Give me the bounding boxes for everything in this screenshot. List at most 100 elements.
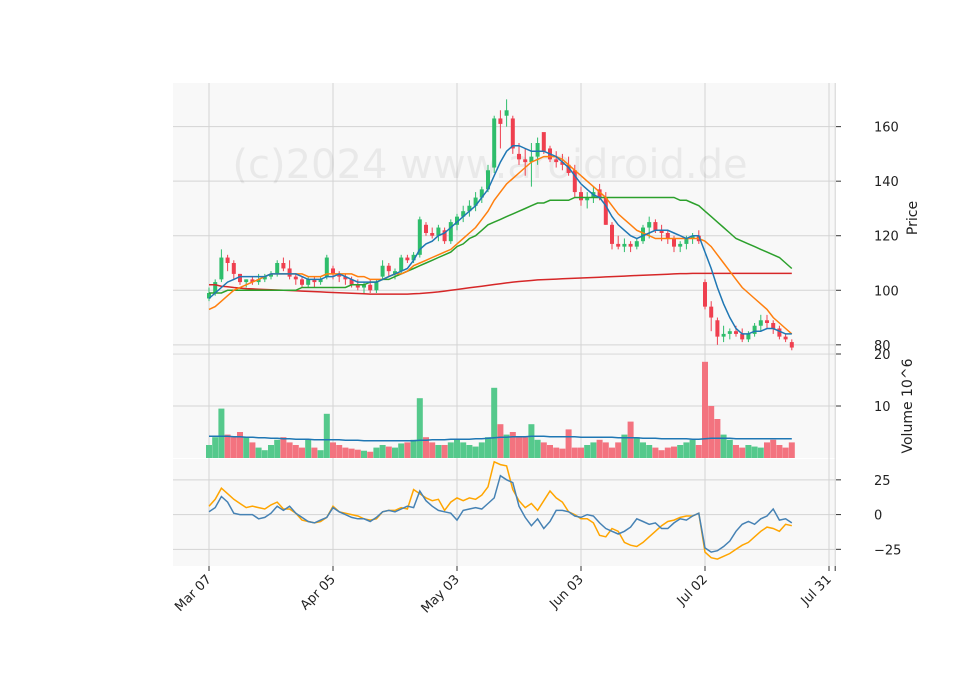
candle-body <box>386 265 391 272</box>
candle-body <box>300 279 304 285</box>
oscillator-tick-label: −25 <box>874 543 901 558</box>
candle-body <box>517 153 521 160</box>
candle-body <box>734 331 738 334</box>
volume-bar <box>503 434 510 458</box>
oscillator-tick-label: 25 <box>874 474 891 489</box>
volume-bar <box>323 413 330 458</box>
volume-bar <box>385 446 392 458</box>
volume-bar <box>565 429 572 458</box>
volume-tick-label: 20 <box>874 348 891 363</box>
x-tick-label: Jul 31 <box>798 572 835 609</box>
volume-bar <box>373 447 380 458</box>
volume-bar <box>627 421 634 458</box>
volume-bar <box>782 447 789 458</box>
volume-bar <box>410 439 417 458</box>
volume-tick-label: 10 <box>874 400 891 415</box>
candle-body <box>380 265 385 277</box>
volume-bar <box>751 446 758 458</box>
candle-body <box>665 233 670 239</box>
volume-bar <box>286 442 293 458</box>
x-tick-label: Jun 03 <box>547 572 587 612</box>
volume-bar <box>392 447 398 458</box>
candle-body <box>765 320 769 323</box>
volume-bar <box>788 442 795 458</box>
candle-body <box>287 268 292 277</box>
candle-body <box>721 333 726 337</box>
candle-body <box>535 143 540 157</box>
chart-svg: (c)2024 www.aroidroid.de Mar 07 Apr 05 May… <box>172 83 921 616</box>
volume-bar <box>317 450 324 458</box>
volume-bar <box>379 445 386 458</box>
candle-body <box>244 279 249 283</box>
volume-bar <box>416 398 423 458</box>
volume-bar <box>348 448 355 458</box>
volume-bar <box>671 446 677 458</box>
volume-bar <box>435 445 442 458</box>
volume-bar <box>354 449 361 458</box>
volume-bar <box>466 445 473 458</box>
volume-bar <box>609 447 615 458</box>
candle-body <box>653 222 658 231</box>
volume-bar <box>596 439 603 458</box>
candle-body <box>746 333 751 340</box>
candle-body <box>374 282 379 291</box>
candle-body <box>275 263 280 274</box>
volume-bar <box>268 445 274 458</box>
candle-body <box>616 243 621 247</box>
candle-body <box>715 320 720 337</box>
volume-bar <box>776 445 783 458</box>
volume-bar <box>261 450 268 458</box>
volume-bar <box>218 408 225 458</box>
candle-body <box>541 132 546 152</box>
candle-body <box>783 336 788 340</box>
volume-bar <box>336 445 343 458</box>
candle-body <box>709 306 714 318</box>
volume-bar <box>733 445 739 458</box>
volume-bar <box>578 447 584 458</box>
volume-bar <box>224 434 231 458</box>
candle-body <box>789 342 794 348</box>
volume-bar <box>553 447 560 458</box>
volume-bar <box>615 442 622 458</box>
volume-bar <box>292 445 299 458</box>
volume-bar <box>677 445 684 458</box>
volume-bar <box>584 445 591 458</box>
volume-bar <box>311 447 318 458</box>
volume-bar <box>695 445 702 458</box>
volume-bar <box>237 432 243 458</box>
volume-bar <box>590 442 597 458</box>
volume-bar <box>602 442 609 458</box>
volume-bar <box>454 439 460 458</box>
candle-body <box>628 243 633 247</box>
candle-body <box>740 333 745 340</box>
volume-bar <box>447 442 454 458</box>
candle-body <box>399 257 404 272</box>
volume-bar <box>497 424 504 458</box>
volume-bar <box>757 447 764 458</box>
volume-bar <box>274 439 281 458</box>
volume-bar <box>404 442 411 458</box>
price-tick-label: 160 <box>874 121 899 136</box>
volume-bar <box>640 442 646 458</box>
volume-bar <box>361 450 367 458</box>
candle-body <box>504 110 509 116</box>
candle-body <box>579 192 583 201</box>
candle-body <box>610 224 614 244</box>
volume-bar <box>342 447 349 458</box>
volume-bar <box>280 437 287 458</box>
volume-bar <box>472 446 479 458</box>
candle-body <box>424 224 428 233</box>
volume-bar <box>664 447 671 458</box>
candle-body <box>331 268 335 274</box>
candle-body <box>672 238 676 247</box>
volume-bar <box>739 447 746 458</box>
volume-bar <box>249 442 256 458</box>
candle-body <box>225 257 230 263</box>
price-tick-label: 140 <box>874 175 899 190</box>
oscillator-tick-label: 0 <box>874 509 882 524</box>
volume-bar <box>646 445 653 458</box>
volume-bar <box>441 445 448 458</box>
volume-bar <box>764 442 770 458</box>
candle-body <box>622 243 627 247</box>
candle-body <box>678 243 683 247</box>
